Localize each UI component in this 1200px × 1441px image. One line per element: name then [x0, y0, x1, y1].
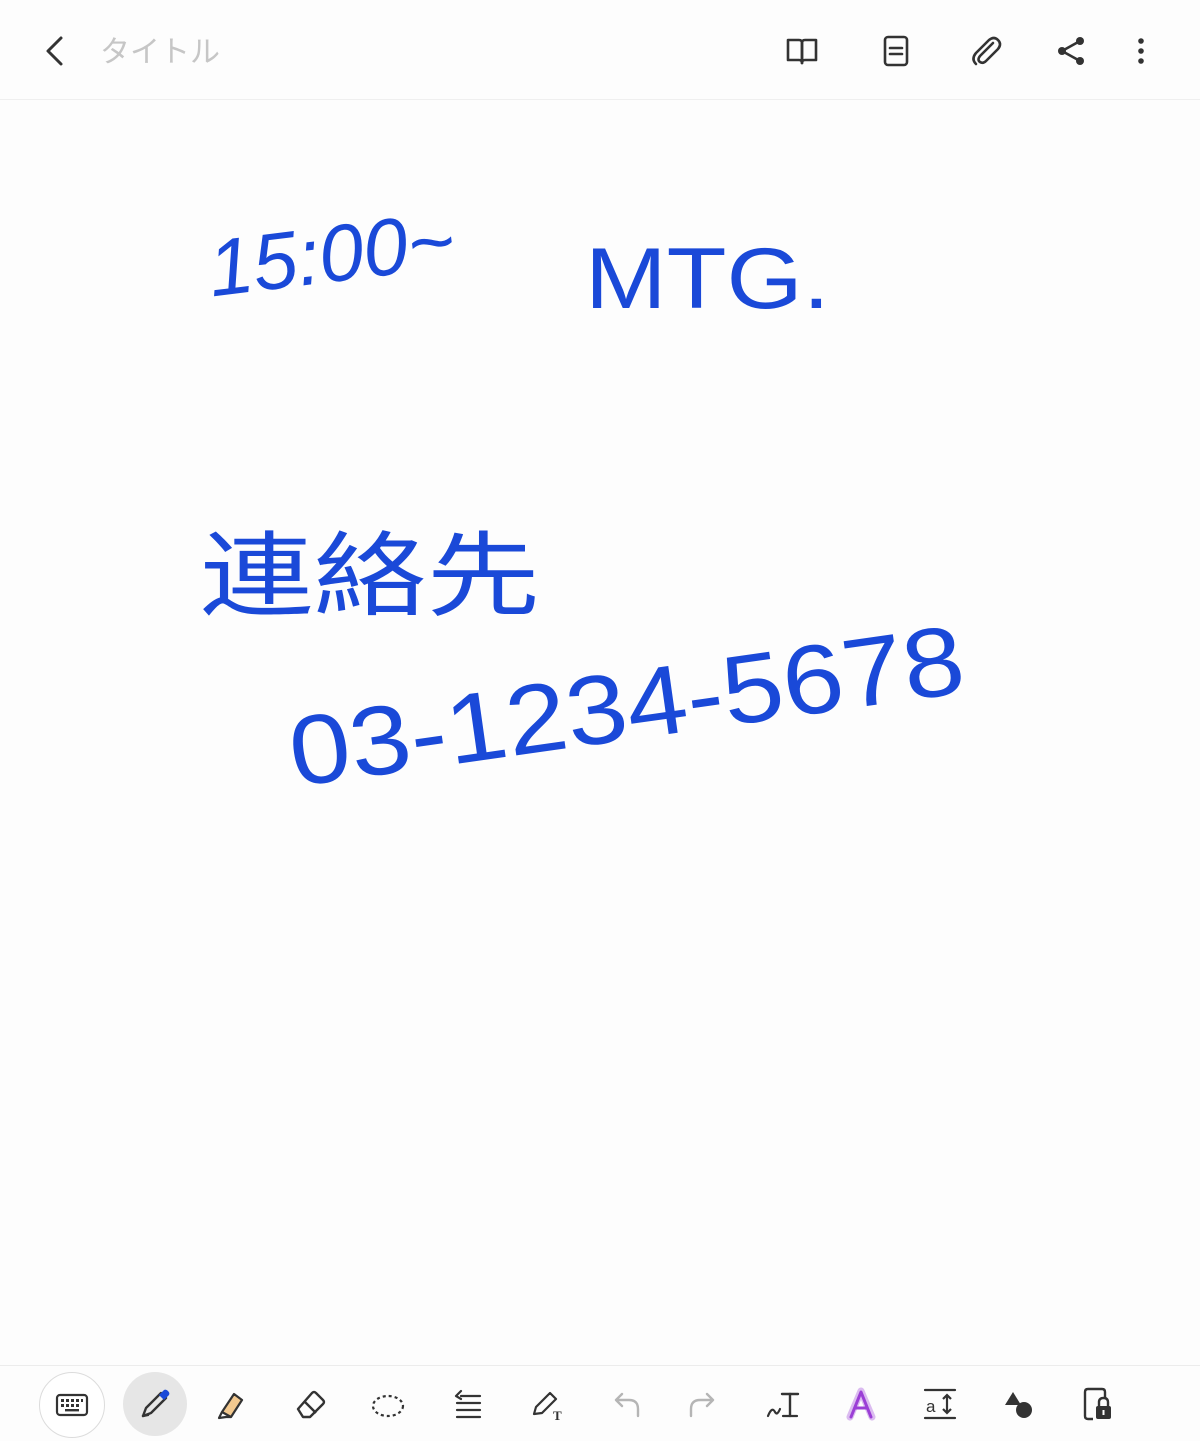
redo-icon	[689, 1392, 715, 1418]
svg-text:T: T	[553, 1408, 562, 1423]
note-canvas[interactable]: 15:00~ MTG. 連絡先 03-1234-5678	[0, 100, 1200, 1365]
eraser-tool-button[interactable]	[278, 1372, 342, 1436]
pen-icon	[141, 1389, 170, 1418]
lasso-tool-button[interactable]	[356, 1372, 420, 1436]
text-resize-icon: a	[923, 1388, 957, 1420]
attach-icon	[972, 36, 1002, 66]
keyboard-button[interactable]	[39, 1372, 105, 1438]
top-app-bar	[0, 0, 1200, 100]
share-icon	[1058, 37, 1084, 65]
pen-to-text-button[interactable]: T	[515, 1372, 579, 1436]
line-spacing-icon	[454, 1389, 482, 1419]
handwriting-to-text-icon	[766, 1392, 800, 1418]
bottom-toolbar: T a	[0, 1365, 1200, 1441]
back-icon	[46, 36, 63, 66]
lasso-icon	[371, 1394, 405, 1418]
page-icon	[883, 35, 909, 67]
pen-tool-button[interactable]	[123, 1372, 187, 1436]
eraser-icon	[296, 1390, 326, 1419]
handwriting-layer: 15:00~ MTG. 連絡先 03-1234-5678	[200, 195, 971, 808]
redo-button[interactable]	[672, 1372, 736, 1436]
handwriting-mtg: MTG.	[585, 231, 830, 327]
handwriting-contact-label: 連絡先	[200, 523, 540, 630]
reading-mode-button[interactable]	[777, 26, 827, 76]
svg-text:a: a	[926, 1397, 936, 1416]
keyboard-icon	[55, 1393, 89, 1417]
text-style-button[interactable]	[829, 1372, 893, 1436]
lock-button[interactable]	[1066, 1372, 1130, 1436]
handwriting-phone-number: 03-1234-5678	[282, 604, 971, 808]
undo-button[interactable]	[593, 1372, 657, 1436]
attach-button[interactable]	[961, 26, 1011, 76]
more-options-button[interactable]	[1116, 26, 1166, 76]
handwriting-to-text-button[interactable]	[751, 1372, 815, 1436]
text-style-icon	[846, 1387, 876, 1421]
text-resize-button[interactable]: a	[908, 1372, 972, 1436]
handwriting-time: 15:00~	[203, 195, 459, 313]
highlighter-tool-button[interactable]	[200, 1372, 264, 1436]
shapes-icon	[1005, 1392, 1032, 1418]
pen-to-text-icon: T	[532, 1391, 562, 1423]
undo-icon	[614, 1392, 640, 1418]
lock-icon	[1083, 1387, 1111, 1421]
shapes-button[interactable]	[987, 1372, 1051, 1436]
page-view-button[interactable]	[871, 26, 921, 76]
line-spacing-button[interactable]	[435, 1372, 499, 1436]
share-button[interactable]	[1046, 26, 1096, 76]
more-icon	[1138, 38, 1144, 64]
title-input[interactable]	[100, 30, 500, 74]
highlighter-icon	[217, 1392, 244, 1420]
book-icon	[786, 38, 818, 65]
back-button[interactable]	[30, 26, 80, 76]
